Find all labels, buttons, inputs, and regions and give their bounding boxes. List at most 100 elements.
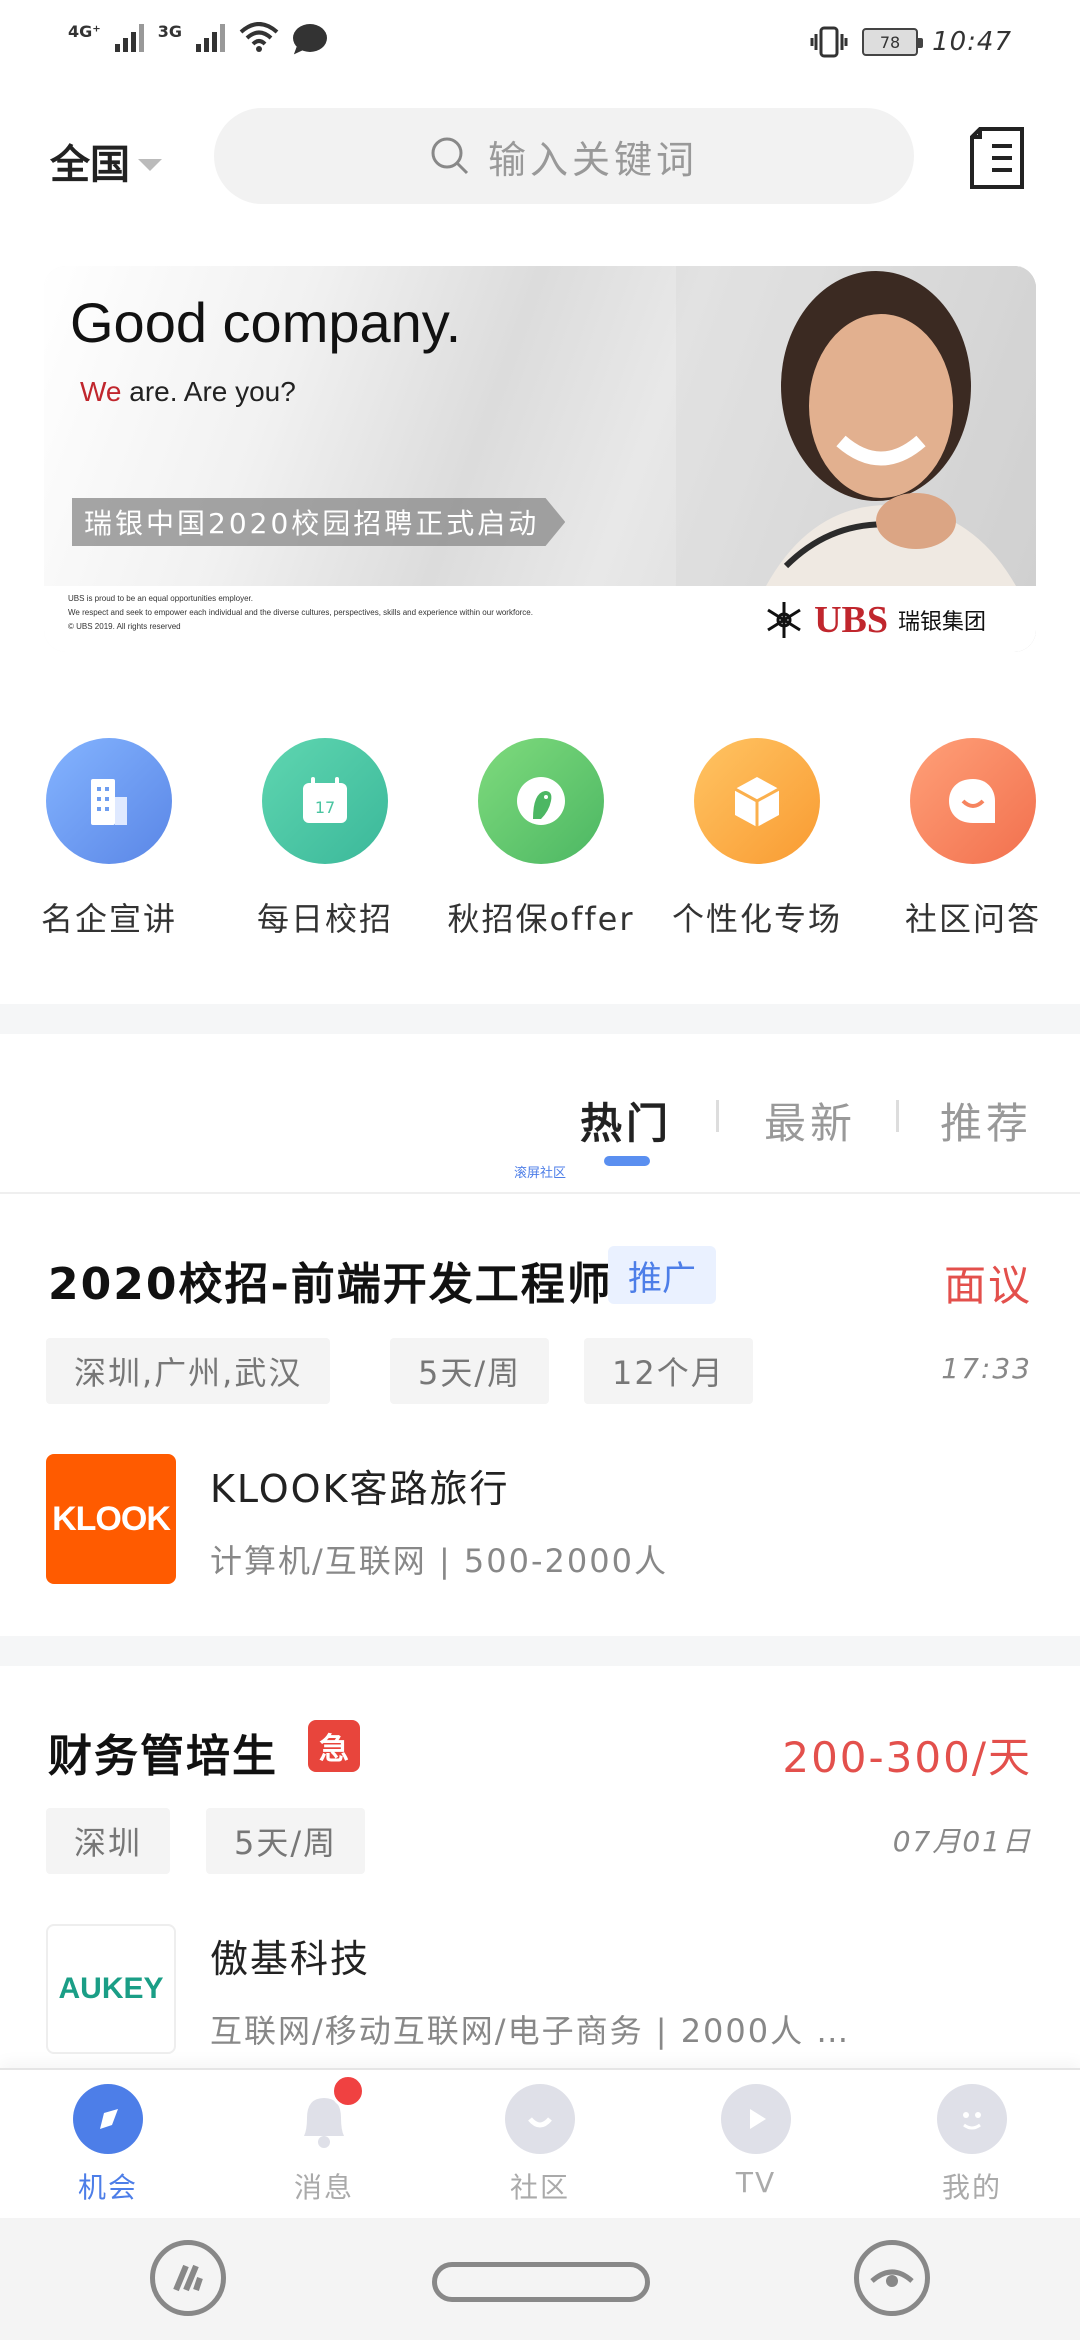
region-label: 全国: [50, 142, 130, 188]
chevron-down-icon: [138, 159, 162, 171]
banner-subtitle-rest: are. Are you?: [121, 376, 296, 407]
tab-recommended[interactable]: 推荐: [940, 1090, 1032, 1151]
job-title: 财务管培生: [48, 1731, 278, 1782]
app-switch-button[interactable]: [150, 2240, 226, 2316]
section-divider: [0, 1004, 1080, 1034]
compass-icon: [73, 2084, 143, 2154]
job-title: 2020校招-前端开发工程师: [48, 1259, 613, 1310]
top-bar: 全国 输入关键词: [0, 108, 1080, 208]
system-nav-bar: [0, 2218, 1080, 2340]
search-input[interactable]: 输入关键词: [214, 108, 914, 204]
banner-subtitle-we: We: [80, 376, 122, 407]
company-meta: 计算机/互联网 | 500-2000人: [210, 1542, 668, 1580]
job-salary: 200-300/天: [782, 1733, 1032, 1782]
search-icon: [431, 137, 469, 175]
building-icon: [46, 738, 172, 864]
nav-community[interactable]: 社区: [470, 2084, 610, 2206]
home-pill-button[interactable]: [432, 2262, 650, 2302]
calendar-icon: 17: [262, 738, 388, 864]
job-tag-days: 5天/周: [390, 1338, 550, 1404]
job-tag-duration: 12个月: [584, 1338, 753, 1404]
eye-button[interactable]: [854, 2240, 930, 2316]
urgent-badge: 急: [308, 1720, 360, 1772]
clock: 10:47: [932, 27, 1012, 57]
job-card[interactable]: 财务管培生 急 200-300/天 深圳 5天/周 07月01日 AUKEY 傲…: [0, 1666, 1080, 2066]
community-tiny-link[interactable]: 滚屏社区: [514, 1162, 566, 1181]
quick-link-company-talks[interactable]: 名企宣讲: [9, 738, 209, 940]
wifi-icon: [239, 22, 279, 52]
quick-link-label: 名企宣讲: [40, 900, 177, 938]
notification-dot: [331, 2074, 365, 2108]
svg-text:17: 17: [315, 798, 335, 817]
company-logo-text: KLOOK: [52, 1499, 171, 1538]
nav-label: 机会: [77, 2171, 138, 2204]
bell-icon: [289, 2074, 365, 2154]
profile-icon: [937, 2084, 1007, 2154]
resume-book-icon[interactable]: [966, 126, 1028, 190]
job-card[interactable]: 2020校招-前端开发工程师 推广 面议 深圳,广州,武汉 5天/周 12个月 …: [0, 1196, 1080, 1636]
status-left: 4G⁺ 3G: [68, 22, 327, 52]
region-selector[interactable]: 全国: [50, 132, 162, 190]
signal-3g-icon: [195, 22, 225, 52]
banner-fine-print-2: We respect and seek to empower each indi…: [68, 608, 533, 617]
nav-label: 社区: [509, 2171, 570, 2204]
bottom-nav: 机会 消息 社区 TV 我的: [0, 2068, 1080, 2218]
quick-link-label: 个性化专场: [671, 900, 842, 938]
job-tag-days: 5天/周: [206, 1808, 366, 1874]
nav-messages[interactable]: 消息: [254, 2074, 394, 2206]
job-tag-location: 深圳,广州,武汉: [46, 1338, 331, 1404]
app-switch-icon: [173, 2264, 203, 2292]
quick-link-label: 社区问答: [904, 900, 1041, 938]
ubs-logo: UBS 瑞银集团: [764, 598, 986, 642]
tab-hot[interactable]: 热门: [580, 1090, 672, 1151]
ubs-wordmark: UBS: [814, 599, 888, 641]
quick-link-community-qa[interactable]: 社区问答: [873, 738, 1073, 940]
quick-link-daily-campus[interactable]: 17 每日校招: [225, 738, 425, 940]
nav-opportunities[interactable]: 机会: [38, 2084, 178, 2206]
quick-link-label: 每日校招: [256, 900, 393, 938]
company-meta: 互联网/移动互联网/电子商务 | 2000人 …: [210, 2012, 851, 2050]
nav-label: TV: [735, 2166, 777, 2199]
company-logo: KLOOK: [46, 1454, 176, 1584]
banner-subtitle: We are. Are you?: [80, 376, 296, 408]
quick-link-personal-sessions[interactable]: 个性化专场: [657, 738, 857, 940]
battery-icon: 78: [862, 28, 924, 56]
promo-banner[interactable]: Good company. We are. Are you? 瑞银中国2020校…: [44, 266, 1036, 652]
active-tab-indicator: [604, 1156, 650, 1166]
chat-bubble-icon: [292, 24, 327, 52]
play-icon: [721, 2084, 791, 2154]
quick-link-label: 秋招保offer: [447, 900, 635, 938]
box-icon: [694, 738, 820, 864]
job-tag-location: 深圳: [46, 1808, 171, 1874]
banner-ribbon: 瑞银中国2020校园招聘正式启动: [72, 498, 566, 546]
signal-4g-icon: [114, 22, 144, 52]
tab-separator: [716, 1100, 719, 1132]
feed-tabs: 热门 最新 推荐 滚屏社区: [0, 1034, 1080, 1194]
section-divider: [0, 1636, 1080, 1666]
company-logo-text: AUKEY: [58, 1972, 164, 2005]
network-4g-label: 4G⁺: [68, 22, 101, 41]
nav-tv[interactable]: TV: [686, 2084, 826, 2199]
vibrate-icon: [810, 26, 848, 58]
eye-icon: [870, 2269, 914, 2287]
quick-link-autumn-offer[interactable]: 秋招保offer: [441, 738, 641, 940]
ubs-keys-icon: [767, 602, 801, 638]
banner-fine-print-3: © UBS 2019. All rights reserved: [68, 622, 181, 631]
nav-label: 消息: [293, 2171, 354, 2204]
banner-fine-print-1: UBS is proud to be an equal opportunitie…: [68, 594, 254, 603]
company-logo: AUKEY: [46, 1924, 176, 2054]
tab-latest[interactable]: 最新: [764, 1090, 856, 1151]
job-post-time: 17:33: [941, 1352, 1032, 1385]
banner-person-photo: [676, 266, 1036, 586]
nav-profile[interactable]: 我的: [902, 2084, 1042, 2206]
ubs-chinese-name: 瑞银集团: [897, 610, 986, 635]
bird-icon: [478, 738, 604, 864]
company-name: 傲基科技: [210, 1937, 371, 1981]
network-3g-label: 3G: [157, 22, 182, 41]
banner-title: Good company.: [70, 291, 462, 354]
job-post-time: 07月01日: [892, 1825, 1032, 1858]
smile-icon: [505, 2084, 575, 2154]
promoted-badge: 推广: [608, 1246, 716, 1304]
battery-level: 78: [879, 32, 901, 52]
status-right: 78 10:47: [810, 26, 1012, 58]
